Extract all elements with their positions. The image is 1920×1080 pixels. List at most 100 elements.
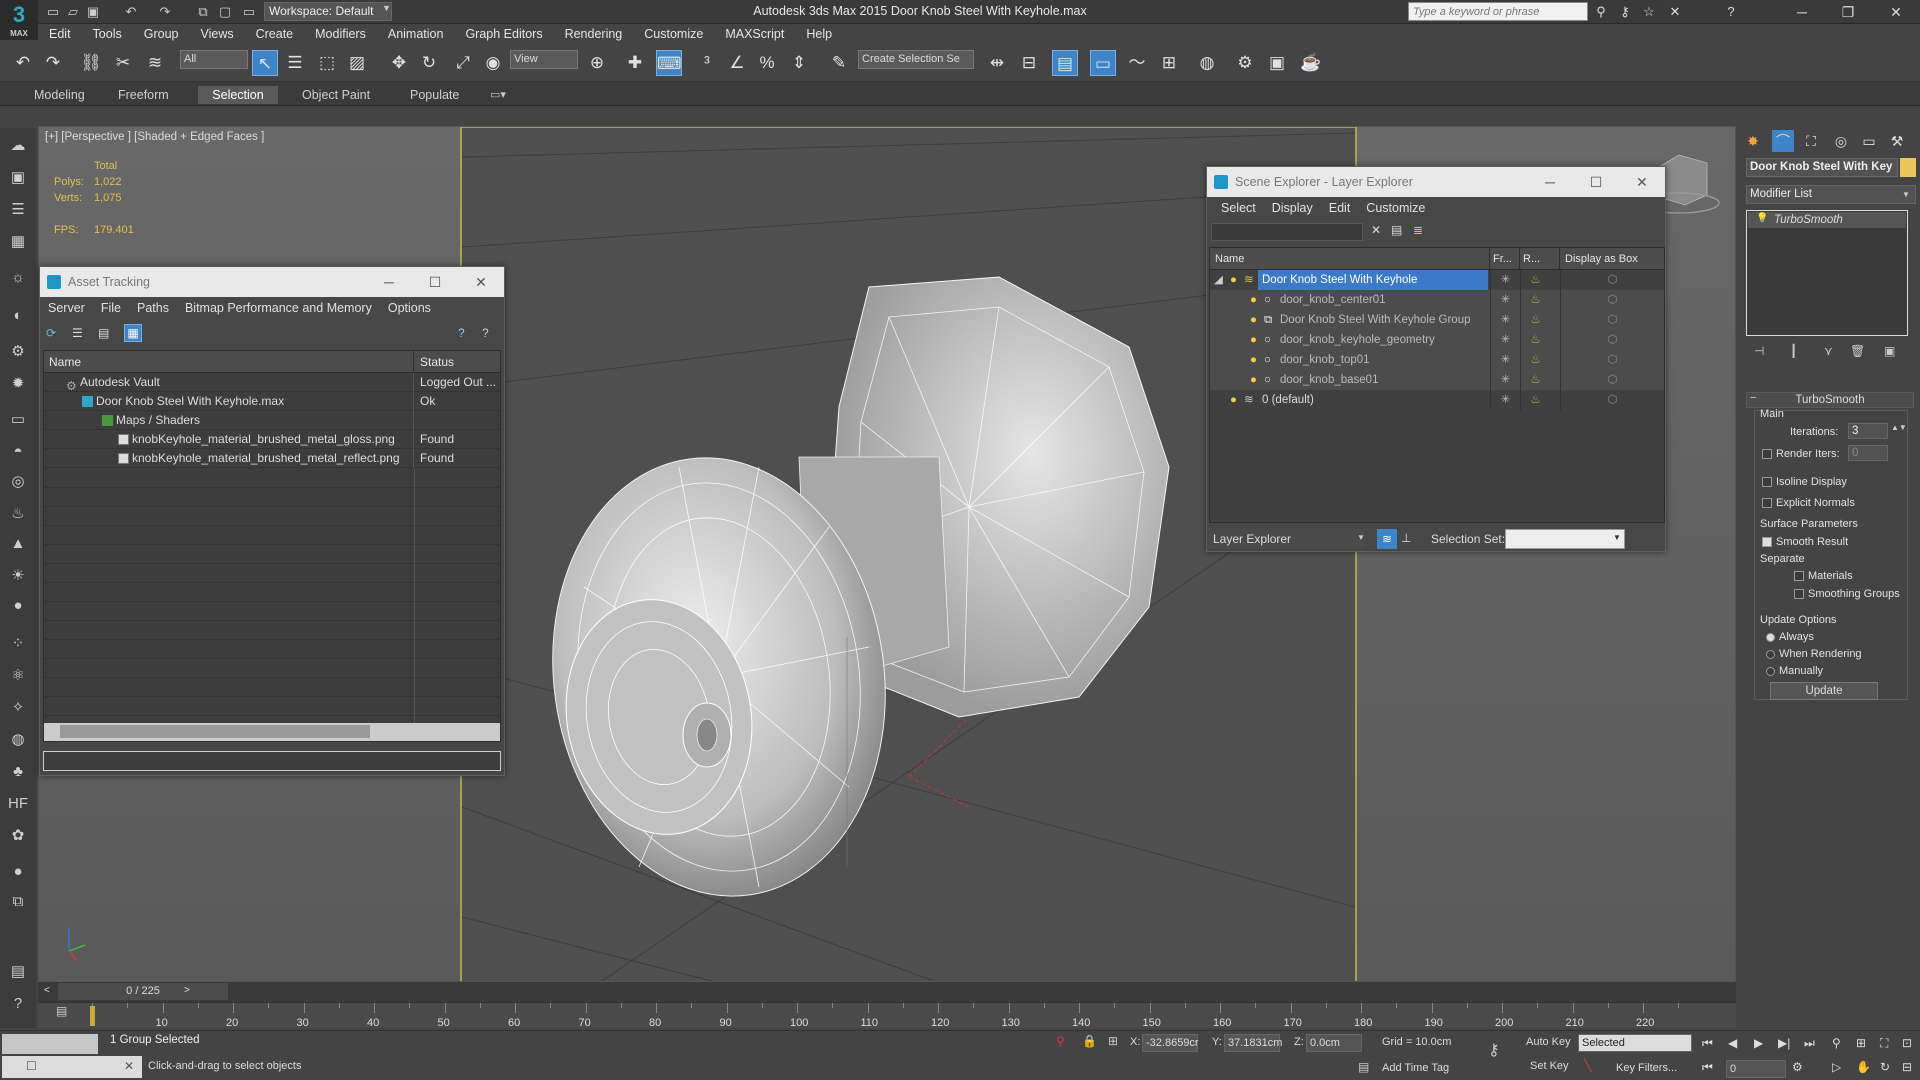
menu-tools[interactable]: Tools: [82, 24, 133, 44]
add-time-tag[interactable]: Add Time Tag: [1382, 1062, 1449, 1074]
select-rotate-icon[interactable]: ↻: [416, 50, 442, 76]
helper-icon[interactable]: ⚙: [5, 340, 31, 364]
collapse-arrow-icon[interactable]: ◢: [1214, 270, 1223, 290]
horizontal-scrollbar[interactable]: [44, 723, 500, 741]
bulb-icon[interactable]: ●: [1250, 310, 1257, 330]
z-coordinate-field[interactable]: 0.0cm: [1306, 1034, 1362, 1052]
display-box-icon[interactable]: ⬡: [1560, 390, 1664, 410]
ribbon-options-icon[interactable]: ▭▾: [490, 88, 506, 101]
tab-populate[interactable]: Populate: [400, 86, 469, 104]
orbit-icon[interactable]: ↻: [1880, 1060, 1890, 1074]
tree-row[interactable]: ● ○ door_knob_top01 ✳ ♨ ⬡: [1210, 350, 1664, 370]
time-configuration-icon[interactable]: ⚙: [1792, 1060, 1803, 1074]
menu-help[interactable]: Help: [795, 24, 843, 44]
bulb-icon[interactable]: 💡: [1756, 213, 1768, 224]
menu-select[interactable]: Select: [1213, 197, 1264, 219]
hemisphere-icon[interactable]: ◓: [5, 440, 31, 464]
render-teapot-icon[interactable]: ♨: [1520, 370, 1550, 390]
close-button[interactable]: ✕: [458, 267, 504, 297]
time-slider[interactable]: < 0 / 225 >: [38, 982, 1736, 1002]
layer-explorer-icon[interactable]: ▤: [1052, 50, 1078, 76]
plane-icon[interactable]: ▭: [5, 408, 31, 432]
pan-icon[interactable]: ✋: [1856, 1060, 1871, 1074]
spacewarp-icon[interactable]: ✹: [5, 372, 31, 396]
teapot-icon[interactable]: ☁: [5, 134, 31, 158]
bulb-icon[interactable]: ●: [1230, 390, 1237, 410]
column-freeze[interactable]: Fr...: [1490, 248, 1520, 270]
maxscript-mini-window[interactable]: ☐ ✕: [2, 1056, 142, 1078]
selection-lock-icon[interactable]: 🔒: [1082, 1034, 1097, 1048]
motion-tab-icon[interactable]: ◎: [1830, 130, 1852, 152]
stack-item-turbosmooth[interactable]: TurboSmooth: [1748, 212, 1906, 228]
asset-tracking-titlebar[interactable]: Asset Tracking ─ ☐ ✕: [40, 267, 504, 297]
schematic-view-icon[interactable]: ⊞: [1156, 50, 1182, 76]
isolate-selection-icon[interactable]: ⚲: [1056, 1034, 1065, 1048]
column-status[interactable]: Status: [415, 351, 500, 373]
percent-snap-icon[interactable]: %: [754, 50, 780, 76]
select-by-name-icon[interactable]: ☰: [282, 50, 308, 76]
pivot-center-icon[interactable]: ⊕: [584, 50, 610, 76]
checkbox[interactable]: [1794, 589, 1804, 600]
binoculars-icon[interactable]: ⚲: [1590, 3, 1612, 21]
column-render[interactable]: R...: [1520, 248, 1560, 270]
molecule-icon[interactable]: ⚛: [5, 664, 31, 688]
favorites-star-icon[interactable]: ☆: [1638, 3, 1660, 21]
play-icon[interactable]: ▶: [1754, 1036, 1763, 1050]
menu-views[interactable]: Views: [189, 24, 244, 44]
fetch-icon[interactable]: ▢: [216, 3, 234, 20]
asset-path-field[interactable]: [43, 751, 501, 771]
render-teapot-icon[interactable]: ♨: [1520, 330, 1550, 350]
tree-row[interactable]: ● ○ door_knob_base01 ✳ ♨ ⬡: [1210, 370, 1664, 390]
configure-sets-icon[interactable]: ▣: [1884, 344, 1895, 358]
table-view-icon[interactable]: ▤: [98, 326, 109, 340]
tab-freeform[interactable]: Freeform: [108, 86, 179, 104]
light-icon[interactable]: ☼: [5, 266, 31, 290]
cone-icon[interactable]: ▲: [5, 532, 31, 556]
menu-display[interactable]: Display: [1264, 197, 1321, 219]
help-circle-icon[interactable]: ?: [5, 992, 31, 1016]
display-box-icon[interactable]: ⬡: [1560, 330, 1664, 350]
toggle-ribbon-icon[interactable]: ▭: [1090, 50, 1116, 76]
column-display-as-box[interactable]: Display as Box: [1560, 248, 1664, 270]
app-logo-button[interactable]: 3 MAX: [0, 0, 38, 40]
clone-icon[interactable]: ⧉: [5, 890, 31, 914]
radio[interactable]: [1766, 666, 1775, 676]
select-move-icon[interactable]: ✥: [386, 50, 412, 76]
maximize-button[interactable]: ☐: [1573, 167, 1619, 197]
scene-explorer-titlebar[interactable]: Scene Explorer - Layer Explorer ─ ☐ ✕: [1207, 167, 1665, 197]
freeze-icon[interactable]: ✳: [1490, 310, 1520, 330]
remove-modifier-icon[interactable]: 🗑: [1850, 344, 1865, 358]
track-bar[interactable]: 10 20 30 40 50 60 70 80 90 100 110 120 130 140 150 160 1…: [38, 1002, 1736, 1029]
grid-icon[interactable]: ▦: [5, 230, 31, 254]
maximize-viewport-icon[interactable]: ⊟: [1902, 1060, 1912, 1074]
list-view-icon[interactable]: ☰: [72, 326, 83, 340]
always-radio[interactable]: Always: [1766, 631, 1814, 643]
key-mode-toggle-icon[interactable]: ⏮: [1702, 1060, 1713, 1075]
explorer-type-dropdown[interactable]: Layer Explorer: [1209, 529, 1365, 549]
menu-maxscript[interactable]: MAXScript: [714, 24, 795, 44]
redo-icon[interactable]: ↷: [156, 3, 174, 20]
isoline-display-checkbox[interactable]: Isoline Display: [1762, 476, 1847, 488]
radio-selected[interactable]: [1766, 632, 1775, 642]
auto-key-button[interactable]: Auto Key: [1526, 1036, 1571, 1048]
curve-editor-icon[interactable]: 〜: [1124, 50, 1150, 76]
restore-button[interactable]: ❐: [1826, 0, 1870, 24]
reference-coordinate-dropdown[interactable]: View: [510, 50, 578, 69]
tab-object-paint[interactable]: Object Paint: [292, 86, 380, 104]
tab-selection[interactable]: Selection: [198, 86, 278, 104]
menu-server[interactable]: Server: [40, 297, 93, 319]
checkbox[interactable]: [1794, 571, 1804, 582]
menu-animation[interactable]: Animation: [377, 24, 455, 44]
grid-view-icon[interactable]: ▦: [124, 324, 142, 342]
scrollbar-thumb[interactable]: [60, 725, 370, 738]
layers-icon[interactable]: ☰: [5, 198, 31, 222]
cloth-icon[interactable]: ✿: [5, 824, 31, 848]
display-tab-icon[interactable]: ▭: [1858, 130, 1880, 152]
edit-named-selection-icon[interactable]: ✎: [826, 50, 852, 76]
tab-modeling[interactable]: Modeling: [24, 86, 95, 104]
y-coordinate-field[interactable]: 37.1831cm: [1224, 1034, 1282, 1052]
go-to-end-icon[interactable]: ⏭: [1804, 1036, 1815, 1051]
previous-frame-icon[interactable]: ◀: [1728, 1036, 1737, 1050]
menu-graph-editors[interactable]: Graph Editors: [454, 24, 553, 44]
render-setup-icon[interactable]: ⚙: [1232, 50, 1258, 76]
